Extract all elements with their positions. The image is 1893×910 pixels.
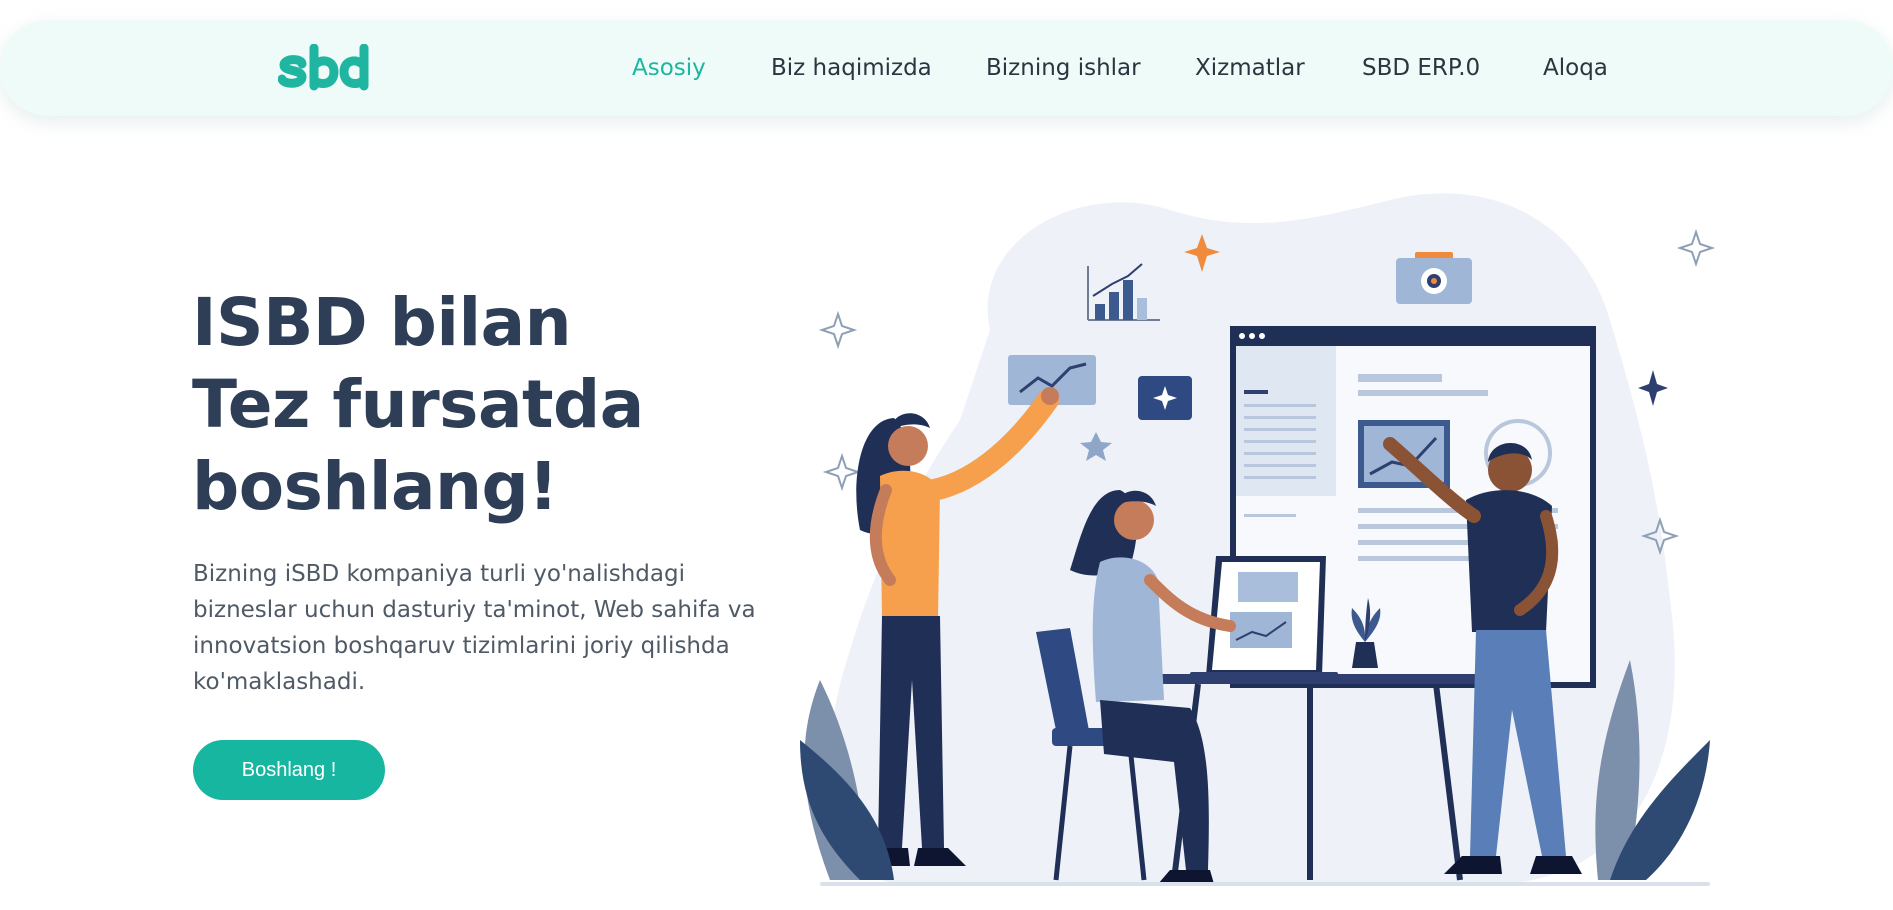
team-working-illustration bbox=[800, 193, 1716, 886]
sparkle-square-icon bbox=[1138, 376, 1192, 420]
sbd-logo[interactable] bbox=[278, 44, 370, 94]
top-navbar: Asosiy Biz haqimizda Bizning ishlar Xizm… bbox=[0, 20, 1893, 116]
start-button[interactable]: Boshlang ! bbox=[193, 740, 385, 800]
nav-item-bizning-ishlar[interactable]: Bizning ishlar bbox=[986, 55, 1141, 81]
hero-title: ISBD bilan Tez fursatda boshlang! bbox=[192, 282, 832, 528]
nav-item-aloqa[interactable]: Aloqa bbox=[1543, 55, 1608, 81]
hero-title-line-2: Tez fursatda bbox=[192, 366, 644, 443]
hero-description: Bizning iSBD kompaniya turli yo'nalishda… bbox=[193, 561, 756, 695]
nav-item-biz-haqimizda[interactable]: Biz haqimizda bbox=[771, 55, 932, 81]
hero-title-line-3: boshlang! bbox=[192, 448, 558, 525]
hero-title-line-1: ISBD bilan bbox=[192, 284, 572, 361]
nav-item-asosiy[interactable]: Asosiy bbox=[632, 55, 706, 81]
nav-item-xizmatlar[interactable]: Xizmatlar bbox=[1195, 55, 1305, 81]
camera-icon bbox=[1396, 252, 1472, 304]
nav-item-sbd-erp[interactable]: SBD ERP.0 bbox=[1362, 55, 1480, 81]
